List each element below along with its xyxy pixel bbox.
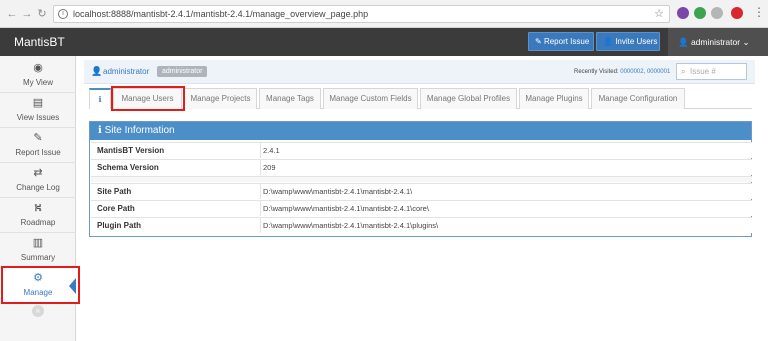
recent-issues-links[interactable]: 0000002, 0000001 — [620, 69, 670, 75]
sidebar-item-label: Report Issue — [15, 148, 61, 157]
info-icon: ℹ — [98, 95, 102, 104]
edit-icon: ✎ — [33, 132, 43, 144]
row-value: D:\wamp\www\mantisbt-2.4.1\mantisbt-2.4.… — [263, 187, 413, 196]
panel-title: Site Information — [104, 125, 175, 136]
invite-users-label: Invite Users — [615, 37, 658, 46]
recently-visited: Recently Visited: 0000002, 0000001 — [574, 69, 670, 75]
extension-icon[interactable] — [694, 7, 706, 19]
site-information-panel: ℹ Site Information MantisBT Version 2.4.… — [89, 121, 752, 237]
report-issue-button[interactable]: ✎ Report Issue — [528, 32, 594, 51]
row-label: Site Path — [91, 184, 261, 199]
highlight-box-manage-users — [111, 86, 185, 111]
recently-visited-label: Recently Visited: — [574, 69, 619, 75]
dashboard-icon: ◉ — [33, 62, 43, 74]
user-menu-label: administrator — [690, 37, 741, 47]
row-label: Schema Version — [91, 160, 261, 175]
table-row: Plugin Path D:\wamp\www\mantisbt-2.4.1\m… — [91, 217, 752, 233]
forward-icon[interactable]: → — [21, 8, 33, 20]
extension-icon[interactable] — [731, 7, 743, 19]
panel-header: ℹ Site Information — [90, 122, 751, 140]
collapse-sidebar-icon[interactable]: « — [32, 305, 44, 317]
sidebar-item-my-view[interactable]: ◉ My View — [0, 58, 76, 93]
row-label: MantisBT Version — [91, 143, 261, 158]
tab-label: Manage Global Profiles — [426, 94, 511, 103]
list-icon: ▤ — [32, 97, 44, 109]
tab-manage-plugins[interactable]: Manage Plugins — [519, 88, 589, 109]
browser-menu-icon[interactable]: ⋮ — [753, 6, 765, 18]
row-value: D:\wamp\www\mantisbt-2.4.1\mantisbt-2.4.… — [263, 204, 429, 213]
url-text[interactable]: localhost:8888/mantisbt-2.4.1/mantisbt-2… — [73, 9, 368, 19]
info-icon: i — [58, 9, 68, 19]
tab-label: Manage Custom Fields — [329, 94, 412, 103]
tab-label: Manage Projects — [190, 94, 251, 103]
address-bar[interactable]: i localhost:8888/mantisbt-2.4.1/mantisbt… — [53, 5, 670, 23]
search-icon: ⌕ — [681, 67, 686, 76]
sidebar-item-label: Summary — [20, 253, 56, 262]
tab-manage-custom-fields[interactable]: Manage Custom Fields — [323, 88, 418, 109]
table-row: Schema Version 209 — [91, 159, 752, 175]
row-label: Plugin Path — [91, 218, 261, 233]
sidebar-item-roadmap[interactable]: ⛕ Roadmap — [0, 198, 76, 233]
invite-users-button[interactable]: 👤 Invite Users — [596, 32, 660, 51]
report-issue-label: Report Issue — [543, 37, 590, 46]
row-value: D:\wamp\www\mantisbt-2.4.1\mantisbt-2.4.… — [263, 221, 439, 230]
top-navbar: MantisBT ✎ Report Issue 👤 Invite Users 👤… — [0, 28, 768, 56]
user-icon: 👤 — [91, 66, 103, 76]
sidebar-item-change-log[interactable]: ⇄ Change Log — [0, 163, 76, 198]
breadcrumb: 👤 administrator administrator Recently V… — [84, 60, 755, 84]
extension-icon[interactable] — [711, 7, 723, 19]
tab-manage-global-profiles[interactable]: Manage Global Profiles — [420, 88, 517, 109]
tab-manage-tags[interactable]: Manage Tags — [259, 88, 321, 109]
sidebar-item-view-issues[interactable]: ▤ View Issues — [0, 93, 76, 128]
user-link[interactable]: administrator — [103, 67, 149, 76]
back-icon[interactable]: ← — [6, 8, 18, 20]
app-logo[interactable]: MantisBT — [14, 35, 65, 49]
table-row: Core Path D:\wamp\www\mantisbt-2.4.1\man… — [91, 200, 752, 216]
sidebar-item-label: Change Log — [16, 183, 60, 192]
role-badge: administrator — [157, 66, 208, 77]
tab-label: Manage Tags — [266, 94, 314, 103]
tab-label: Manage Plugins — [525, 94, 583, 103]
tab-info[interactable]: ℹ — [89, 88, 111, 109]
user-menu[interactable]: 👤 administrator ⌄ — [668, 28, 768, 56]
table-row: Site Path D:\wamp\www\mantisbt-2.4.1\man… — [91, 183, 752, 199]
bar-chart-icon: ▥ — [32, 237, 44, 249]
sidebar-item-summary[interactable]: ▥ Summary — [0, 233, 76, 268]
retweet-icon: ⇄ — [33, 167, 43, 179]
browser-toolbar: ← → ↻ i localhost:8888/mantisbt-2.4.1/ma… — [0, 0, 768, 28]
sidebar-item-report-issue[interactable]: ✎ Report Issue — [0, 128, 76, 163]
manage-tabs: ℹ Manage Users Manage Projects Manage Ta… — [89, 88, 752, 109]
row-value: 209 — [263, 163, 276, 172]
table-row: MantisBT Version 2.4.1 — [91, 142, 752, 158]
issue-search-placeholder: Issue # — [690, 67, 716, 76]
row-value: 2.4.1 — [263, 146, 280, 155]
info-icon: ℹ — [98, 125, 105, 136]
tab-manage-projects[interactable]: Manage Projects — [184, 88, 257, 109]
user-icon: 👤 — [678, 37, 691, 47]
reload-icon[interactable]: ↻ — [36, 8, 48, 20]
tab-manage-configuration[interactable]: Manage Configuration — [591, 88, 685, 109]
star-icon[interactable]: ☆ — [654, 7, 664, 20]
tab-label: Manage Configuration — [598, 94, 678, 103]
sidebar-item-label: My View — [22, 78, 54, 87]
sidebar-item-label: Roadmap — [20, 218, 56, 227]
row-label: Core Path — [91, 201, 261, 216]
highlight-box-manage — [1, 266, 80, 304]
sidebar-item-label: View Issues — [16, 113, 60, 122]
user-plus-icon: 👤 — [603, 37, 616, 46]
extension-icon[interactable] — [677, 7, 689, 19]
chevron-down-icon: ⌄ — [742, 37, 750, 47]
edit-icon: ✎ — [535, 37, 544, 46]
table-spacer-row — [91, 176, 752, 182]
road-icon: ⛕ — [33, 202, 43, 214]
issue-search-input[interactable]: ⌕ Issue # — [676, 63, 747, 80]
